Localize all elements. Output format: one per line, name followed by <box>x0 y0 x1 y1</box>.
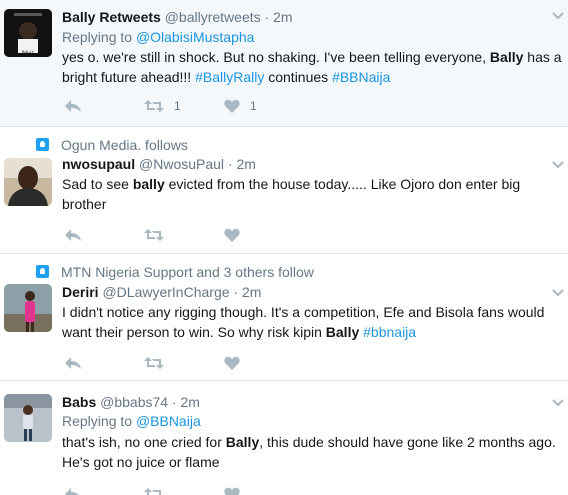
separator-dot: · <box>171 394 177 410</box>
retweet-icon <box>144 488 161 495</box>
tweet-feed: BALLY Bally Retweets @ballyretweets · 2m… <box>0 0 568 495</box>
tweet-text: yes o. we're still in shock. But no shak… <box>62 47 562 87</box>
hashtag-link[interactable]: #BallyRally <box>195 69 264 85</box>
author-handle[interactable]: @DLawyerInCharge <box>102 284 229 300</box>
text-part: that's ish, no one cried for <box>62 434 226 450</box>
chevron-down-icon[interactable] <box>552 286 564 298</box>
replying-to: Replying to @BBNaija <box>62 413 201 429</box>
reply-mention-link[interactable]: @BBNaija <box>136 413 201 429</box>
tweet-babs[interactable]: Babs @bbabs74 · 2m Replying to @BBNaija … <box>0 381 568 495</box>
heart-icon <box>224 356 240 370</box>
reply-button[interactable] <box>64 354 82 372</box>
tweet-header: nwosupaul @NwosuPaul · 2m <box>62 156 256 172</box>
avatar[interactable]: BALLY <box>4 9 52 57</box>
author-name[interactable]: Babs <box>62 394 96 410</box>
avatar[interactable] <box>4 394 52 442</box>
text-part: yes o. we're still in shock. But no shak… <box>62 49 490 65</box>
separator-dot: · <box>264 9 270 25</box>
heart-icon <box>224 228 240 242</box>
social-context-text[interactable]: MTN Nigeria Support and 3 others follow <box>61 264 314 280</box>
social-context: MTN Nigeria Support and 3 others follow <box>36 264 314 280</box>
reply-icon <box>65 488 79 495</box>
text-part: I didn't notice any rigging though. It's… <box>62 304 545 340</box>
reply-icon <box>65 229 81 241</box>
timestamp[interactable]: 2m <box>181 394 200 410</box>
avatar[interactable] <box>4 158 52 206</box>
retweet-count: 1 <box>174 99 181 113</box>
timestamp[interactable]: 2m <box>242 284 261 300</box>
tweet-header: Babs @bbabs74 · 2m <box>62 394 200 410</box>
reply-button[interactable] <box>64 485 82 495</box>
like-count: 1 <box>250 99 257 113</box>
like-button[interactable] <box>224 485 240 495</box>
like-button[interactable] <box>224 226 240 244</box>
author-handle[interactable]: @bbabs74 <box>100 394 168 410</box>
tweet-actions: 1 1 <box>62 97 362 115</box>
tweet-nwosupaul[interactable]: Ogun Media. follows nwosupaul @NwosuPaul… <box>0 127 568 254</box>
reply-button[interactable] <box>64 226 82 244</box>
tweet-text: that's ish, no one cried for Bally, this… <box>62 432 562 472</box>
retweet-button[interactable]: 1 <box>144 97 181 115</box>
like-button[interactable]: 1 <box>224 97 257 115</box>
follow-badge-icon <box>36 265 49 278</box>
tweet-text: Sad to see bally evicted from the house … <box>62 174 562 214</box>
highlight-keyword: Bally <box>489 49 524 65</box>
like-button[interactable] <box>224 354 240 372</box>
author-handle[interactable]: @ballyretweets <box>165 9 261 25</box>
reply-icon <box>65 357 81 369</box>
replying-label: Replying to <box>62 413 136 429</box>
highlight-keyword: Bally <box>225 434 260 450</box>
avatar[interactable] <box>4 284 52 332</box>
retweet-icon <box>144 357 164 369</box>
tweet-header: Deriri @DLawyerInCharge · 2m <box>62 284 261 300</box>
retweet-button[interactable] <box>144 226 164 244</box>
tweet-actions <box>62 485 362 495</box>
reply-button[interactable] <box>64 97 82 115</box>
author-name[interactable]: Deriri <box>62 284 99 300</box>
social-context: Ogun Media. follows <box>36 137 188 153</box>
replying-to: Replying to @OlabisiMustapha <box>62 29 254 45</box>
chevron-down-icon[interactable] <box>552 396 564 408</box>
heart-icon <box>224 99 240 113</box>
heart-icon <box>224 487 240 495</box>
hashtag-link[interactable]: #bbnaija <box>363 324 416 340</box>
replying-label: Replying to <box>62 29 136 45</box>
reply-icon <box>65 100 81 112</box>
hashtag-link[interactable]: #BBNaija <box>332 69 390 85</box>
author-name[interactable]: Bally Retweets <box>62 9 161 25</box>
highlight-keyword: bally <box>132 176 165 192</box>
retweet-button[interactable] <box>144 354 164 372</box>
author-handle[interactable]: @NwosuPaul <box>139 156 224 172</box>
author-name[interactable]: nwosupaul <box>62 156 135 172</box>
retweet-icon <box>144 100 164 112</box>
tweet-actions <box>62 226 362 244</box>
tweet-actions <box>62 354 362 372</box>
chevron-down-icon[interactable] <box>552 158 564 170</box>
separator-dot: · <box>227 156 233 172</box>
tweet-header: Bally Retweets @ballyretweets · 2m <box>62 9 293 25</box>
tweet-text: I didn't notice any rigging though. It's… <box>62 302 562 342</box>
reply-mention-link[interactable]: @OlabisiMustapha <box>136 29 255 45</box>
timestamp[interactable]: 2m <box>273 9 292 25</box>
text-part: continues <box>264 69 333 85</box>
text-part: Sad to see <box>62 176 133 192</box>
avatar-shirt-text: BALLY <box>22 49 34 54</box>
chevron-down-icon[interactable] <box>552 9 564 21</box>
follow-badge-icon <box>36 138 49 151</box>
social-context-text[interactable]: Ogun Media. follows <box>61 137 188 153</box>
tweet-deriri[interactable]: MTN Nigeria Support and 3 others follow … <box>0 254 568 381</box>
retweet-button[interactable] <box>144 485 164 495</box>
separator-dot: · <box>233 284 239 300</box>
timestamp[interactable]: 2m <box>237 156 256 172</box>
tweet-bally-retweets[interactable]: BALLY Bally Retweets @ballyretweets · 2m… <box>0 0 568 127</box>
retweet-icon <box>144 229 164 241</box>
highlight-keyword: Bally <box>325 324 360 340</box>
